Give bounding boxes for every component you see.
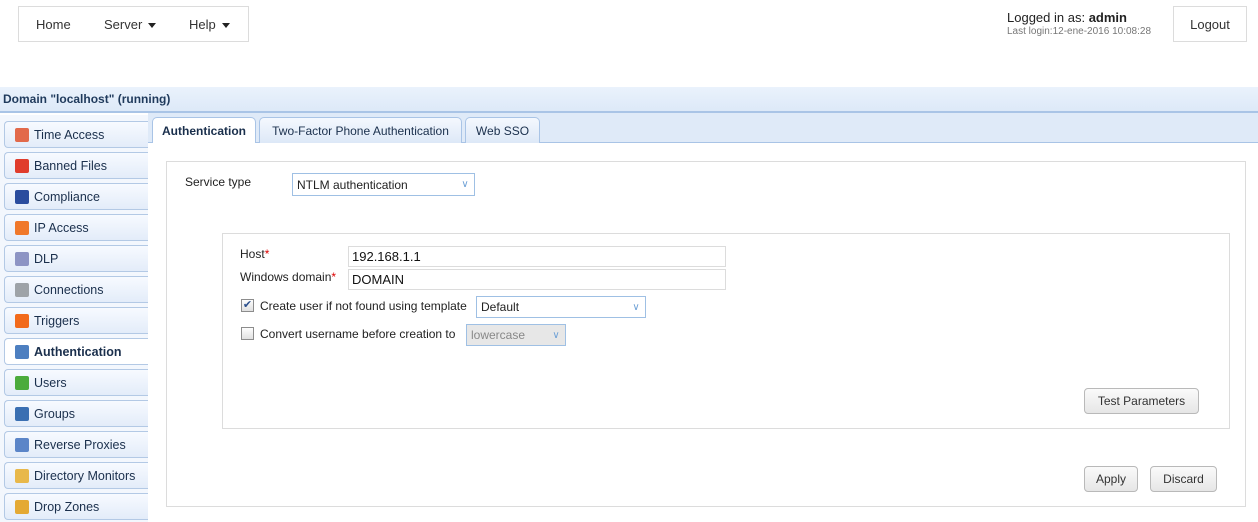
- domain-header: Domain "localhost" (running): [0, 87, 1258, 113]
- sidebar-item-users[interactable]: Users: [4, 369, 148, 396]
- sidebar-item-ip-access[interactable]: IP Access: [4, 214, 148, 241]
- sidebar-item-label: Drop Zones: [34, 499, 100, 514]
- officer-icon: [15, 189, 29, 204]
- convert-case-value: lowercase: [471, 328, 526, 342]
- windows-domain-input[interactable]: DOMAIN: [348, 269, 726, 290]
- sidebar-item-label: IP Access: [34, 220, 89, 235]
- chevron-down-icon: ∨: [461, 179, 469, 190]
- sidebar-item-reverse-proxies[interactable]: Reverse Proxies: [4, 431, 148, 458]
- domain-title: Domain "localhost" (running): [3, 92, 171, 106]
- test-parameters-button[interactable]: Test Parameters: [1084, 388, 1199, 414]
- tab-bar: Authentication Two-Factor Phone Authenti…: [148, 113, 1258, 144]
- sidebar-item-compliance[interactable]: Compliance: [4, 183, 148, 210]
- nav-server-label: Server: [104, 17, 143, 32]
- gears-icon: [15, 282, 29, 297]
- sidebar-item-label: Time Access: [34, 127, 105, 142]
- sidebar-item-groups[interactable]: Groups: [4, 400, 148, 427]
- sidebar-item-label: Triggers: [34, 313, 80, 328]
- last-login: Last login:12-ene-2016 10:08:28: [1007, 26, 1152, 37]
- convert-case-select[interactable]: lowercase ∨: [466, 324, 566, 346]
- chevron-down-icon: ∨: [552, 329, 560, 341]
- top-navigation: Home Server Help: [18, 6, 249, 42]
- clock-calendar-icon: [15, 127, 29, 142]
- tab-authentication[interactable]: Authentication: [152, 117, 256, 144]
- sidebar-item-label: Authentication: [34, 344, 122, 359]
- user-icon: [15, 375, 29, 390]
- sidebar-item-directory-monitors[interactable]: Directory Monitors: [4, 462, 148, 489]
- login-info: Logged in as: admin Last login:12-ene-20…: [1007, 10, 1151, 37]
- logged-in-label: Logged in as:: [1007, 10, 1086, 25]
- nav-home[interactable]: Home: [36, 17, 71, 32]
- sidebar-item-connections[interactable]: Connections: [4, 276, 148, 303]
- caret-down-icon: [148, 23, 157, 29]
- sidebar-item-label: Connections: [34, 282, 104, 297]
- create-user-label: Create user if not found using template: [260, 299, 467, 313]
- nav-help[interactable]: Help: [189, 17, 230, 32]
- logout-button[interactable]: Logout: [1173, 6, 1247, 42]
- apply-button[interactable]: Apply: [1084, 466, 1138, 492]
- sidebar-item-banned-files[interactable]: Banned Files: [4, 152, 148, 179]
- discard-button[interactable]: Discard: [1150, 466, 1217, 492]
- nav-server[interactable]: Server: [104, 17, 157, 32]
- sidebar-item-dlp[interactable]: DLP: [4, 245, 148, 272]
- sidebar-item-label: Directory Monitors: [34, 468, 136, 483]
- lightning-icon: [15, 313, 29, 328]
- service-type-value: NTLM authentication: [297, 177, 408, 192]
- sidebar-item-label: DLP: [34, 251, 59, 266]
- main-content: Service type NTLM authentication ∨ Host*…: [148, 143, 1258, 522]
- group-icon: [15, 406, 29, 421]
- host-label-text: Host: [240, 247, 265, 261]
- id-card-icon: [15, 344, 29, 359]
- sidebar-item-label: Banned Files: [34, 158, 107, 173]
- sidebar-item-drop-zones[interactable]: Drop Zones: [4, 493, 148, 520]
- nav-help-label: Help: [189, 17, 216, 32]
- firewall-icon: [15, 220, 29, 235]
- sidebar-item-label: Reverse Proxies: [34, 437, 126, 452]
- folder-clock-icon: [15, 468, 29, 483]
- shield-icon: [15, 251, 29, 266]
- box-icon: [15, 499, 29, 514]
- sidebar-item-time-access[interactable]: Time Access: [4, 121, 148, 148]
- host-input[interactable]: 192.168.1.1: [348, 246, 726, 267]
- sidebar: Time Access Banned Files Compliance IP Acce…: [0, 115, 148, 522]
- tab-two-factor-phone-authentication[interactable]: Two-Factor Phone Authentication: [259, 117, 462, 143]
- windows-domain-label-text: Windows domain: [240, 270, 332, 284]
- template-select[interactable]: Default ∨: [476, 296, 646, 318]
- template-value: Default: [481, 300, 520, 314]
- sidebar-item-triggers[interactable]: Triggers: [4, 307, 148, 334]
- tab-web-sso[interactable]: Web SSO: [465, 117, 540, 143]
- authentication-panel: Service type NTLM authentication ∨ Host*…: [166, 161, 1246, 507]
- service-type-label: Service type: [185, 175, 252, 189]
- chevron-down-icon: ∨: [632, 301, 640, 313]
- sidebar-item-authentication[interactable]: Authentication: [4, 338, 148, 365]
- host-label: Host*: [240, 247, 269, 261]
- required-mark: *: [264, 247, 270, 261]
- windows-domain-label: Windows domain*: [240, 270, 336, 284]
- network-icon: [15, 437, 29, 452]
- caret-down-icon: [221, 23, 230, 29]
- sidebar-item-label: Users: [34, 375, 67, 390]
- convert-username-checkbox[interactable]: [241, 327, 254, 340]
- create-user-checkbox[interactable]: ✔: [241, 299, 254, 312]
- banned-file-icon: [15, 158, 29, 173]
- ntlm-settings-panel: Host* 192.168.1.1 Windows domain* DOMAIN…: [222, 233, 1230, 429]
- username: admin: [1088, 10, 1127, 25]
- sidebar-item-label: Compliance: [34, 189, 101, 204]
- sidebar-item-label: Groups: [34, 406, 75, 421]
- convert-username-label: Convert username before creation to: [260, 327, 456, 341]
- service-type-select[interactable]: NTLM authentication ∨: [292, 173, 475, 196]
- required-mark: *: [331, 270, 337, 284]
